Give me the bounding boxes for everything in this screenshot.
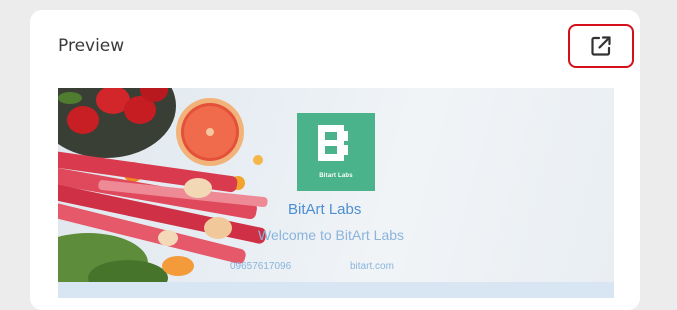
welcome-text: Welcome to BitArt Labs: [258, 227, 405, 243]
produce-image: [58, 88, 268, 282]
brand-logo: Bitart Labs: [297, 113, 375, 191]
logo-caption: Bitart Labs: [319, 173, 353, 179]
brand-name: BitArt Labs: [288, 201, 362, 218]
bitart-logo-icon: [318, 125, 348, 161]
card-title: Preview: [58, 36, 125, 56]
site-preview-banner: Bitart Labs BitArt Labs Welcome to BitAr…: [58, 88, 614, 298]
external-link-icon: [590, 35, 612, 57]
preview-bottom-band: [58, 282, 614, 298]
open-preview-button[interactable]: [568, 24, 634, 68]
preview-card: Preview Bitart Labs BitArt Labs Welcome …: [30, 10, 640, 310]
contact-phone: 09657617096: [230, 261, 292, 272]
contact-website: bitart.com: [350, 261, 394, 272]
